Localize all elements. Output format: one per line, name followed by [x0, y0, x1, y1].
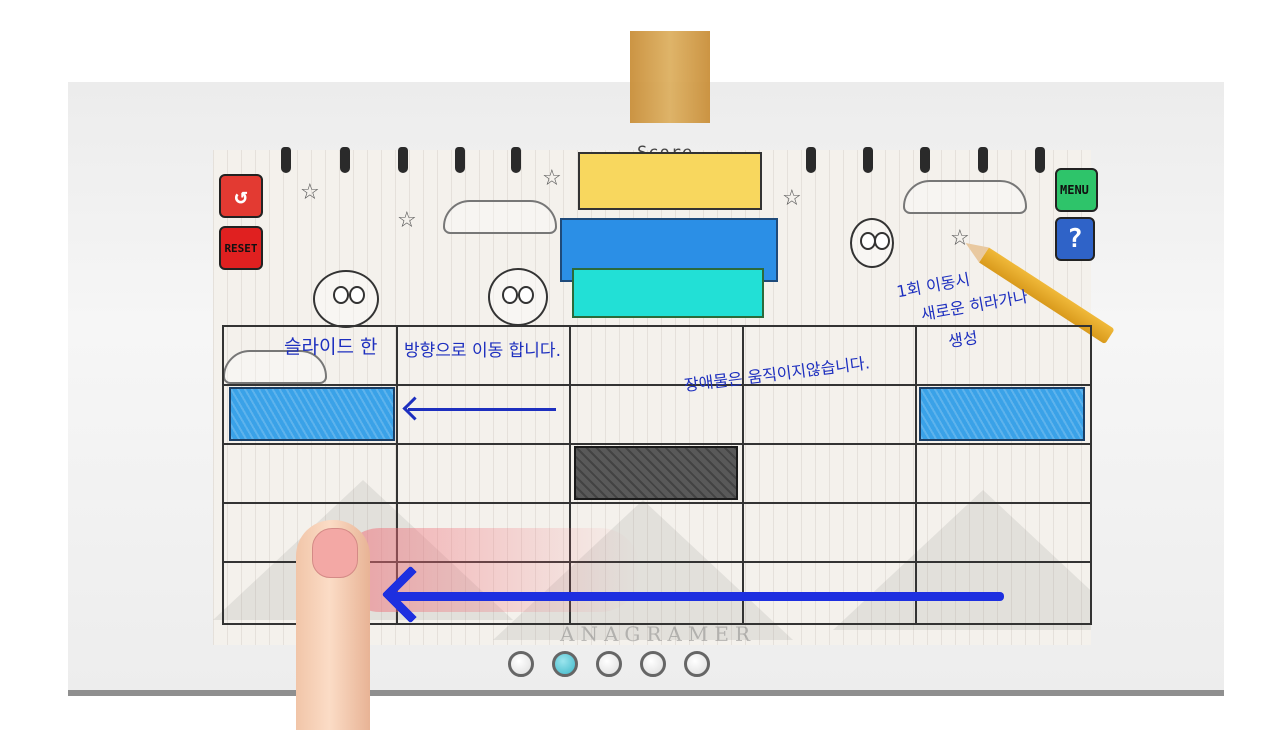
grid-line	[224, 384, 1090, 386]
cloud-doodle	[443, 200, 557, 234]
grid-line	[224, 443, 1090, 445]
eye	[349, 286, 365, 304]
reset-button[interactable]: RESET	[219, 226, 263, 270]
character-doodle	[313, 270, 379, 328]
grid-line	[915, 327, 917, 623]
page-indicator	[508, 651, 710, 677]
ring	[455, 147, 465, 173]
star-icon: ☆	[300, 180, 320, 205]
character-doodle	[850, 218, 894, 268]
hint-slide: 슬라이드 한	[284, 336, 378, 358]
ring	[511, 147, 521, 173]
star-icon: ☆	[397, 208, 417, 233]
next-block	[572, 268, 764, 318]
ring	[978, 147, 988, 173]
ring	[863, 147, 873, 173]
blue-tile	[919, 387, 1085, 441]
watermark: ANAGRAMER	[560, 622, 757, 646]
star-icon: ☆	[542, 166, 562, 191]
slide-arrow-icon	[408, 408, 556, 411]
score-bar	[578, 152, 762, 210]
eye	[518, 286, 534, 304]
undo-icon: ↺	[234, 183, 248, 209]
grid-line	[224, 502, 1090, 504]
blue-tile	[229, 387, 395, 441]
ring	[806, 147, 816, 173]
eye	[333, 286, 349, 304]
ring	[340, 147, 350, 173]
star-icon: ☆	[782, 186, 802, 211]
ring	[281, 147, 291, 173]
eye	[502, 286, 518, 304]
fingernail	[312, 528, 358, 578]
hint-spawn-line3: 생성	[947, 328, 979, 351]
cloud-doodle	[903, 180, 1027, 214]
help-button[interactable]: ?	[1055, 217, 1095, 261]
undo-button[interactable]: ↺	[219, 174, 263, 218]
character-doodle	[488, 268, 548, 326]
page-dot[interactable]	[596, 651, 622, 677]
obstacle-tile	[574, 446, 738, 500]
page-dot[interactable]	[684, 651, 710, 677]
page-dot[interactable]	[508, 651, 534, 677]
swipe-arrow-icon	[392, 592, 1004, 601]
page-dot-active[interactable]	[552, 651, 578, 677]
tape	[630, 31, 710, 123]
page-dot[interactable]	[640, 651, 666, 677]
menu-button[interactable]: MENU	[1055, 168, 1098, 212]
ring	[398, 147, 408, 173]
ring	[1035, 147, 1045, 173]
eye	[874, 232, 890, 250]
ring	[920, 147, 930, 173]
hint-move: 방향으로 이동 합니다.	[404, 341, 561, 361]
